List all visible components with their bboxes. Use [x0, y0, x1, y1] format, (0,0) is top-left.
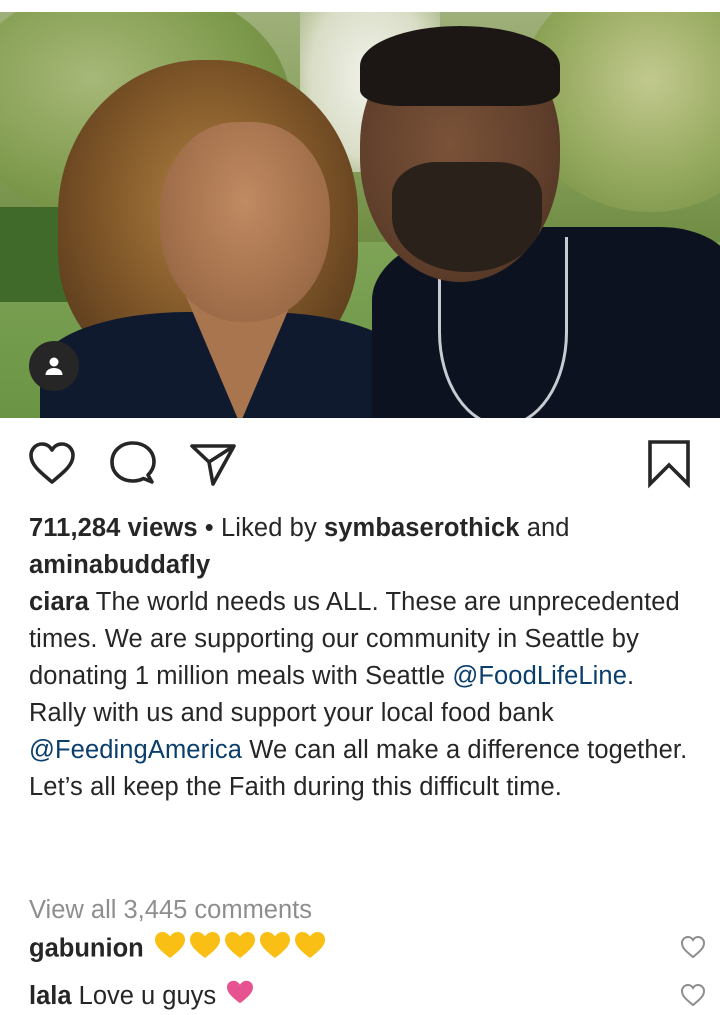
share-button[interactable]: [188, 438, 238, 495]
paper-plane-icon: [190, 444, 236, 486]
views-count[interactable]: 711,284 views: [29, 514, 198, 542]
pink-heart-icon: [225, 979, 255, 1015]
comment-row: lala Love u guys: [29, 978, 709, 1015]
action-bar: [0, 438, 720, 492]
heart-outline-icon: [680, 935, 706, 959]
mention-link[interactable]: @FoodLifeLine: [452, 662, 627, 690]
comment-button[interactable]: [108, 438, 158, 495]
comment-like-button[interactable]: [680, 934, 706, 970]
save-button[interactable]: [646, 438, 692, 495]
comment-like-button[interactable]: [680, 982, 706, 1015]
comment-username[interactable]: gabunion: [29, 935, 144, 963]
photo-woman-face: [160, 122, 330, 322]
comment-text: Love u guys: [71, 982, 224, 1010]
comment-row: gabunion: [29, 930, 709, 970]
liker-username[interactable]: symbaserothick: [324, 514, 520, 542]
like-button[interactable]: [26, 438, 78, 495]
comment-username[interactable]: lala: [29, 982, 72, 1010]
likes-summary: 711,284 views • Liked by symbaserothick …: [29, 510, 689, 584]
liked-by-label: • Liked by: [197, 514, 324, 542]
mention-link[interactable]: @FeedingAmerica: [29, 736, 242, 764]
post-caption: ciara The world needs us ALL. These are …: [29, 584, 689, 806]
yellow-heart-icon: [153, 930, 333, 970]
heart-outline-icon: [29, 442, 75, 484]
and-label: and: [519, 514, 570, 542]
photo-man-beard: [392, 162, 542, 272]
heart-outline-icon: [680, 983, 706, 1007]
caption-username[interactable]: ciara: [29, 588, 89, 616]
caption-text: Rally with us and support your local foo…: [29, 699, 554, 727]
caption-text: .: [627, 662, 635, 690]
speech-bubble-icon: [110, 441, 156, 484]
post-photo[interactable]: [0, 12, 720, 418]
photo-man-hair: [360, 26, 560, 106]
bookmark-icon: [648, 440, 690, 489]
view-all-comments-link[interactable]: View all 3,445 comments: [29, 892, 312, 928]
user-tag-button[interactable]: [29, 341, 79, 391]
liker-username[interactable]: aminabuddafly: [29, 551, 210, 579]
person-icon: [45, 357, 63, 375]
